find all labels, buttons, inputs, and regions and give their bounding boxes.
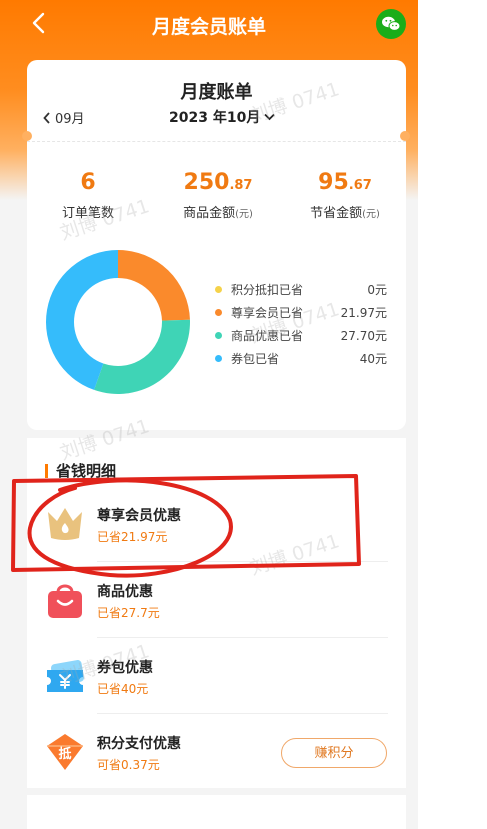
stat-value: 95.67: [318, 170, 372, 195]
legend-value: 40元: [359, 352, 387, 366]
savings-item-name: 尊享会员优惠: [97, 508, 181, 524]
earn-points-button[interactable]: 赚积分: [281, 738, 387, 768]
legend-label: 积分抵扣已省: [231, 283, 304, 297]
donut-slice: [118, 250, 190, 321]
legend-label: 券包已省: [231, 352, 280, 366]
savings-item-member[interactable]: 尊享会员优惠 已省21.97元: [27, 486, 406, 562]
legend-item: 券包已省 40元: [215, 347, 387, 370]
legend-value: 0元: [367, 283, 387, 297]
chevron-left-icon: [43, 111, 50, 124]
savings-item-name: 商品优惠: [97, 584, 153, 600]
app-screen: 月度会员账单 月度账单 09月 2023 年10月 6 订单笔数 250.87 …: [0, 0, 418, 829]
stat-value: 6: [80, 170, 96, 195]
savings-item-points[interactable]: 抵 积分支付优惠 可省0.37元 赚积分: [27, 714, 406, 790]
savings-detail-section: 省钱明细 尊享会员优惠 已省21.97元 商品优惠 已省27.7元 券包优惠 已…: [27, 438, 406, 788]
legend-swatch: [215, 332, 222, 339]
card-notch: [22, 131, 32, 141]
legend-value: 27.70元: [340, 329, 387, 343]
savings-item-goods[interactable]: 商品优惠 已省27.7元: [27, 562, 406, 638]
card-divider: [27, 141, 406, 142]
current-month-label: 2023 年10月: [169, 110, 261, 126]
stat-value: 250.87: [183, 170, 253, 195]
legend-swatch: [215, 309, 222, 316]
legend-swatch: [215, 355, 222, 362]
donut-slice: [94, 319, 190, 394]
savings-item-name: 积分支付优惠: [97, 736, 181, 752]
shopping-bag-icon: [48, 584, 82, 618]
stat-saved-amount: 95.67 节省金额(元): [295, 169, 395, 221]
legend-swatch: [215, 286, 222, 293]
di-points-icon: 抵: [47, 734, 83, 770]
legend-value: 21.97元: [340, 306, 387, 320]
card-notch: [400, 131, 410, 141]
stat-label: 商品金额(元): [183, 206, 253, 221]
prev-month-button[interactable]: 09月: [43, 108, 85, 127]
page-title: 月度会员账单: [151, 16, 266, 38]
crown-icon: [48, 508, 82, 540]
stat-label: 节省金额(元): [310, 206, 380, 221]
navbar: 月度会员账单: [0, 0, 418, 50]
savings-item-amount: 已省27.7元: [97, 606, 160, 620]
bill-title: 月度账单: [180, 82, 253, 103]
bottom-card-edge: [27, 795, 406, 829]
savings-item-amount: 已省21.97元: [97, 530, 168, 544]
legend-item: 积分抵扣已省 0元: [215, 278, 387, 301]
section-title: 省钱明细: [45, 460, 116, 481]
stat-goods-amount: 250.87 商品金额(元): [168, 169, 268, 221]
monthly-bill-card: 月度账单 09月 2023 年10月 6 订单笔数 250.87 商品金额(元)…: [27, 60, 406, 430]
savings-donut-chart: [45, 250, 190, 394]
savings-item-amount: 可省0.37元: [97, 758, 160, 772]
prev-month-label: 09月: [55, 112, 85, 127]
svg-text:抵: 抵: [58, 746, 71, 762]
section-accent-bar: [45, 463, 48, 478]
wechat-share-icon[interactable]: [376, 9, 406, 39]
savings-item-amount: 已省40元: [97, 682, 149, 696]
